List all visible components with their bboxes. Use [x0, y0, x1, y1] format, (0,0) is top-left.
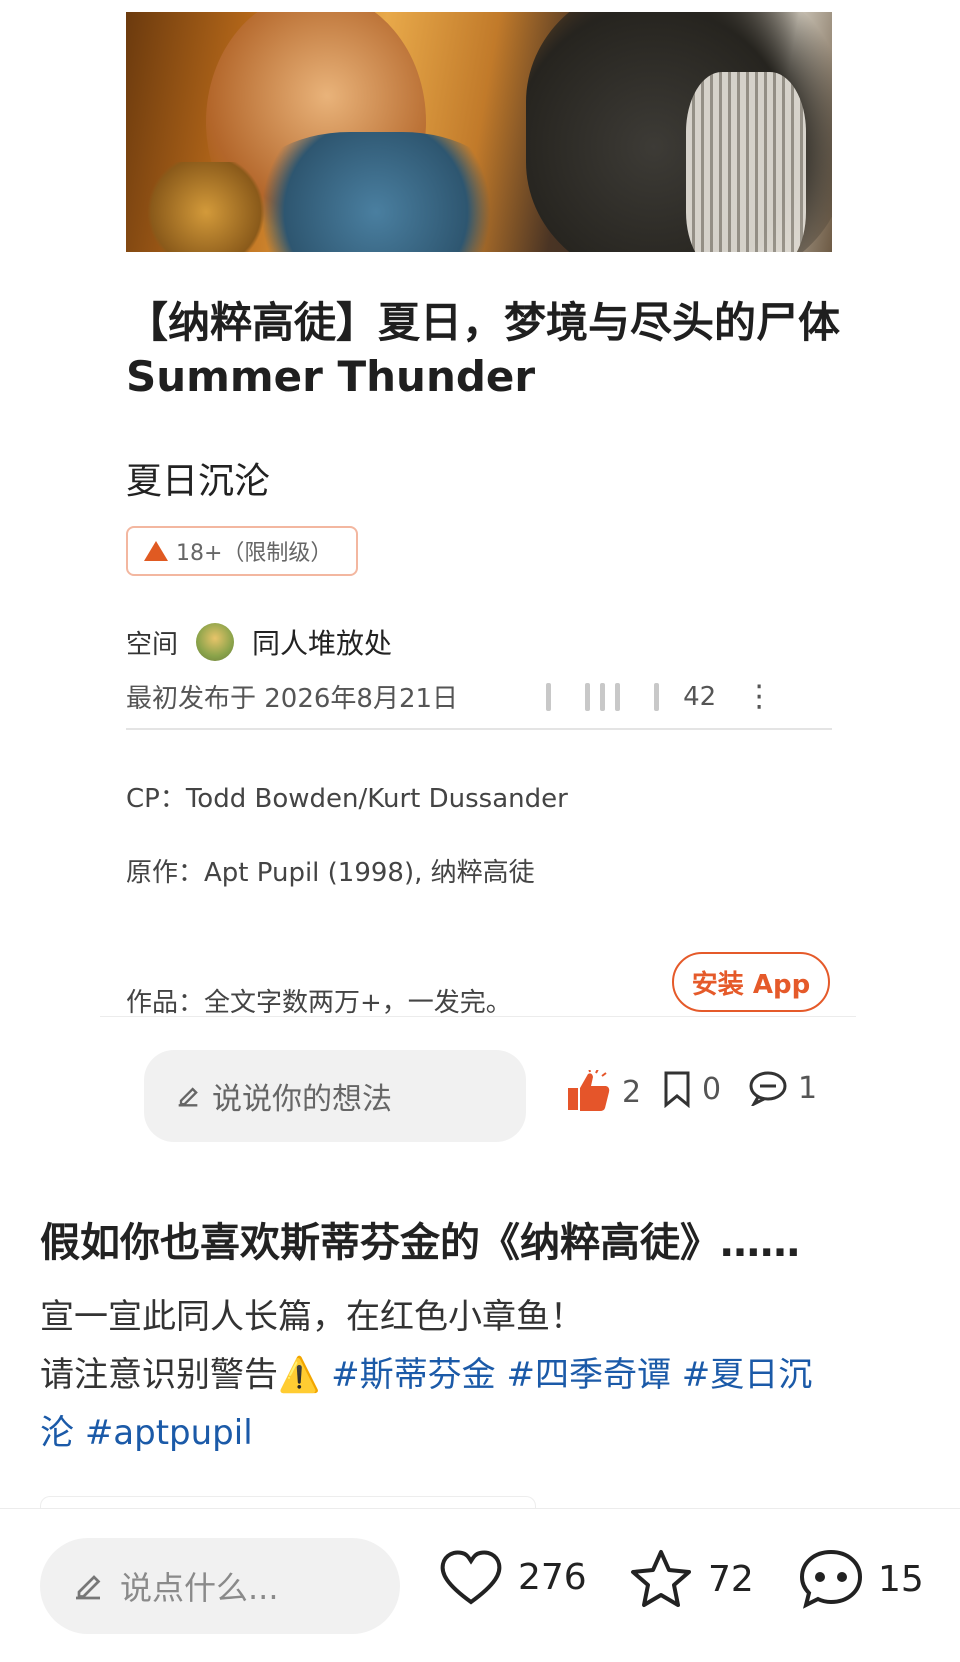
bottom-like-count: 276	[518, 1556, 587, 1598]
space-label: 空间	[126, 629, 179, 660]
pencil-icon	[76, 1575, 101, 1600]
cover-figure-vest	[686, 72, 806, 252]
comment-count: 1	[798, 1070, 818, 1106]
space-avatar	[196, 623, 235, 661]
bottom-comment-count: 15	[878, 1558, 924, 1600]
blurred-stats	[546, 682, 660, 711]
publish-date: 最初发布于 2026年8月21日	[126, 684, 459, 714]
heart-icon	[440, 1550, 502, 1605]
thumbs-up-icon	[568, 1070, 610, 1111]
comment-input[interactable]: 说说你的想法	[144, 1050, 526, 1142]
say-something-placeholder: 说点什么...	[120, 1569, 279, 1607]
hashtag[interactable]: #四季奇谭	[506, 1355, 671, 1395]
post-card-subtitle: 夏日沉沦	[126, 461, 271, 502]
post-card-title[interactable]: 【纳粹高徒】夏日，梦境与尽头的尸体 Summer Thunder	[126, 296, 846, 404]
hashtag[interactable]: #夏日沉	[682, 1355, 813, 1395]
hashtag[interactable]: 沦	[40, 1413, 74, 1453]
hashtag[interactable]: #aptpupil	[85, 1413, 253, 1453]
post-line-2: 请注意识别警告⚠️ #斯蒂芬金 #四季奇谭 #夏日沉	[40, 1355, 813, 1395]
comment-bubble-icon	[799, 1549, 863, 1609]
cover-image[interactable]	[126, 12, 832, 252]
more-menu-icon[interactable]: ⋮	[744, 679, 774, 714]
divider	[0, 1508, 960, 1509]
warning-triangle-icon	[144, 541, 168, 561]
post-body: 宣一宣此同人长篇，在红色小章鱼！ 请注意识别警告⚠️ #斯蒂芬金 #四季奇谭 #…	[40, 1288, 920, 1462]
bottom-favorite-count: 72	[708, 1558, 754, 1600]
post-title: 假如你也喜欢斯蒂芬金的《纳粹高徒》……	[40, 1220, 800, 1266]
divider	[100, 1016, 856, 1017]
rating-label: 18+（限制级）	[176, 541, 333, 566]
comment-bubble-icon	[749, 1071, 787, 1106]
star-icon	[631, 1550, 691, 1607]
pencil-icon	[178, 1087, 198, 1107]
post-line-1: 宣一宣此同人长篇，在红色小章鱼！	[40, 1297, 584, 1337]
bookmark-count: 0	[702, 1071, 722, 1107]
bottom-favorite-stat[interactable]: 72	[628, 1548, 754, 1610]
install-app-button[interactable]: 安装 App	[672, 952, 830, 1012]
bottom-comment-stat[interactable]: 15	[798, 1548, 924, 1610]
space-name[interactable]: 同人堆放处	[252, 622, 392, 662]
view-count: 42	[683, 681, 717, 712]
warning-icon: ⚠️	[278, 1355, 321, 1395]
comment-placeholder: 说说你的想法	[212, 1082, 392, 1117]
bookmark-stat[interactable]: 0	[662, 1070, 721, 1108]
hashtag[interactable]: #斯蒂芬金	[331, 1355, 496, 1395]
cp-line: CP：Todd Bowden/Kurt Dussander	[126, 784, 568, 814]
comment-stat[interactable]: 1	[748, 1070, 817, 1106]
cover-figure-shirt	[246, 132, 506, 252]
space-row[interactable]: 空间 同人堆放处	[126, 622, 392, 662]
like-count: 2	[622, 1074, 642, 1110]
post-line-3: 沦 #aptpupil	[40, 1404, 920, 1462]
source-line: 原作：Apt Pupil (1998), 纳粹高徒	[126, 858, 535, 888]
meta-row: 最初发布于 2026年8月21日 42 ⋮	[126, 678, 832, 715]
like-stat[interactable]: 2	[566, 1070, 641, 1114]
rating-badge: 18+（限制级）	[126, 526, 358, 576]
divider	[126, 728, 832, 730]
bookmark-icon	[664, 1071, 690, 1108]
say-something-input[interactable]: 说点什么...	[40, 1538, 400, 1634]
bottom-like-stat[interactable]: 276	[438, 1548, 587, 1606]
work-line: 作品：全文字数两万+，一发完。	[126, 988, 512, 1018]
